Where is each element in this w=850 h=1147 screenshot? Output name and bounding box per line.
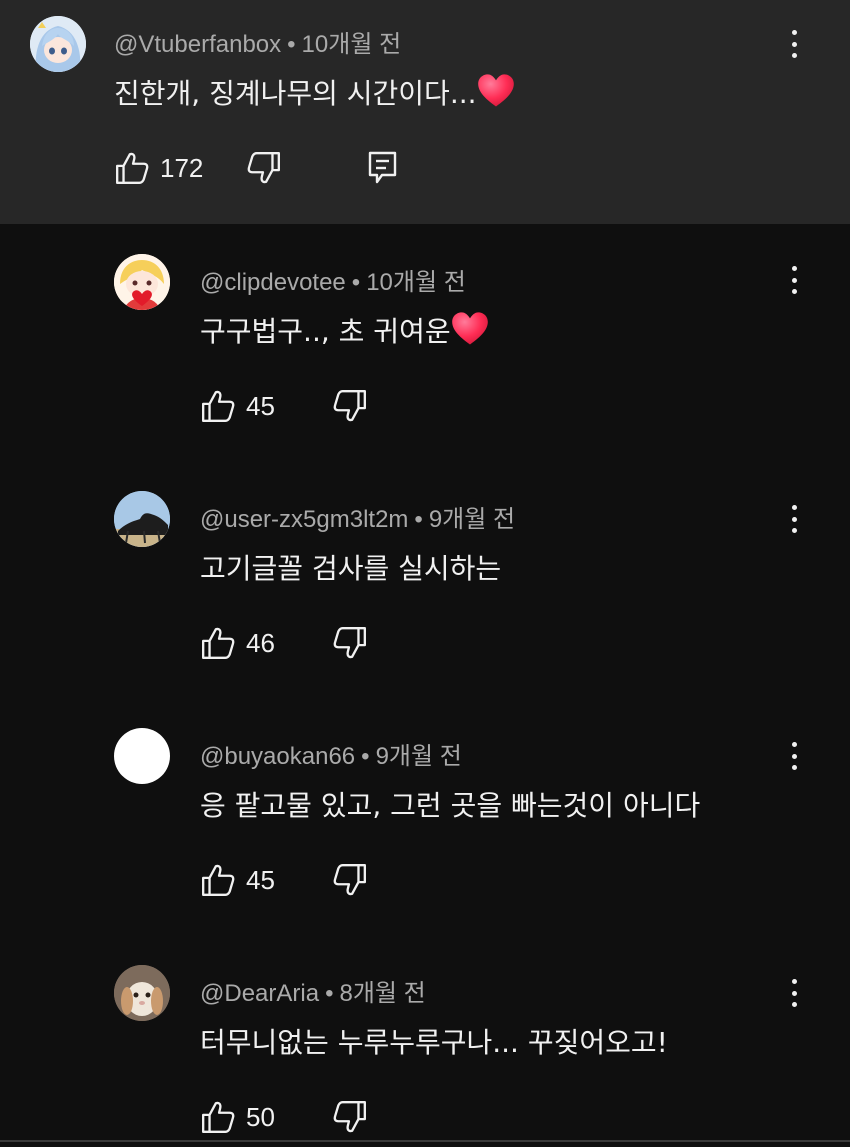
more-vert-icon[interactable]	[780, 975, 808, 1011]
avatar-image	[30, 16, 86, 72]
thumbs-up-icon	[200, 625, 236, 661]
meta-separator: •	[414, 506, 423, 533]
avatar-image	[114, 491, 170, 547]
comment-time[interactable]: 10개월 전	[302, 31, 402, 58]
like-count: 45	[246, 390, 275, 421]
dislike-button[interactable]	[246, 150, 282, 186]
heart-emoji	[451, 311, 489, 347]
like-button[interactable]: 45	[200, 862, 275, 898]
author-handle[interactable]: @DearAria	[200, 980, 319, 1007]
comment-text: 구구법구.., 초 귀여운	[200, 310, 489, 350]
reply-button[interactable]	[366, 150, 400, 186]
avatar[interactable]	[30, 16, 86, 72]
meta-separator: •	[361, 743, 370, 770]
more-vert-icon[interactable]	[780, 262, 808, 298]
like-button[interactable]: 45	[200, 388, 275, 424]
meta-separator: •	[325, 980, 334, 1007]
heart-emoji	[477, 73, 515, 109]
comment-actions: 45	[200, 388, 500, 428]
like-button[interactable]: 46	[200, 625, 275, 661]
comment-body: 터무니없는 누루누루구나... 꾸짖어오고!	[200, 1026, 668, 1059]
author-handle[interactable]: @user-zx5gm3lt2m	[200, 506, 408, 533]
thumbs-down-icon	[246, 150, 282, 186]
author-handle[interactable]: @clipdevotee	[200, 269, 346, 296]
more-vert-icon[interactable]	[780, 501, 808, 537]
comment-text: 응 팥고물 있고, 그런 곳을 빠는것이 아니다	[200, 784, 700, 824]
comment-actions: 45	[200, 862, 500, 902]
thumbs-down-icon	[332, 388, 368, 424]
bottom-divider	[0, 1140, 850, 1142]
comment-meta: @user-zx5gm3lt2m • 9개월 전	[200, 499, 515, 534]
comment-text: 터무니없는 누루누루구나... 꾸짖어오고!	[200, 1021, 668, 1061]
comment-meta: @clipdevotee • 10개월 전	[200, 262, 466, 297]
comment-meta: @Vtuberfanbox • 10개월 전	[114, 24, 401, 59]
dislike-button[interactable]	[332, 862, 368, 898]
like-button[interactable]: 50	[200, 1099, 275, 1135]
like-count: 50	[246, 1101, 275, 1132]
comment-time[interactable]: 9개월 전	[376, 743, 462, 770]
like-count: 45	[246, 864, 275, 895]
avatar[interactable]	[114, 728, 170, 784]
comment-time[interactable]: 9개월 전	[429, 506, 515, 533]
dislike-button[interactable]	[332, 388, 368, 424]
thumbs-up-icon	[114, 150, 150, 186]
more-vert-icon[interactable]	[780, 738, 808, 774]
comment-body: 진한개, 징계나무의 시간이다...	[114, 77, 477, 110]
avatar[interactable]	[114, 965, 170, 1021]
like-count: 172	[160, 152, 204, 183]
thumbs-up-icon	[200, 388, 236, 424]
comment-body: 응 팥고물 있고, 그런 곳을 빠는것이 아니다	[200, 789, 701, 822]
avatar[interactable]	[114, 491, 170, 547]
dislike-button[interactable]	[332, 625, 368, 661]
comment-body: 구구법구.., 초 귀여운	[200, 315, 451, 348]
meta-separator: •	[351, 269, 361, 296]
comment-text: 진한개, 징계나무의 시간이다...	[114, 72, 515, 112]
author-handle[interactable]: @Vtuberfanbox	[114, 31, 281, 58]
more-vert-icon[interactable]	[780, 26, 808, 62]
comment-time[interactable]: 10개월 전	[366, 269, 466, 296]
avatar[interactable]	[114, 254, 170, 310]
comment-body: 고기글꼴 검사를 실시하는	[200, 552, 502, 585]
comment-meta: @DearAria • 8개월 전	[200, 973, 426, 1008]
avatar-image	[114, 254, 170, 310]
comment-time[interactable]: 8개월 전	[339, 980, 425, 1007]
like-count: 46	[246, 627, 275, 658]
comment-actions: 172	[114, 150, 514, 190]
thumbs-up-icon	[200, 1099, 236, 1135]
comment-actions: 50	[200, 1099, 500, 1139]
avatar-image	[114, 965, 170, 1021]
comment-actions: 46	[200, 625, 500, 665]
thumbs-down-icon	[332, 1099, 368, 1135]
like-button[interactable]: 172	[114, 150, 203, 186]
thumbs-up-icon	[200, 862, 236, 898]
thumbs-down-icon	[332, 625, 368, 661]
comment-text: 고기글꼴 검사를 실시하는	[200, 547, 501, 587]
comment-meta: @buyaokan66 • 9개월 전	[200, 736, 462, 771]
dislike-button[interactable]	[332, 1099, 368, 1135]
author-handle[interactable]: @buyaokan66	[200, 743, 355, 770]
thumbs-down-icon	[332, 862, 368, 898]
reply-icon	[368, 151, 397, 184]
meta-separator: •	[287, 31, 296, 58]
